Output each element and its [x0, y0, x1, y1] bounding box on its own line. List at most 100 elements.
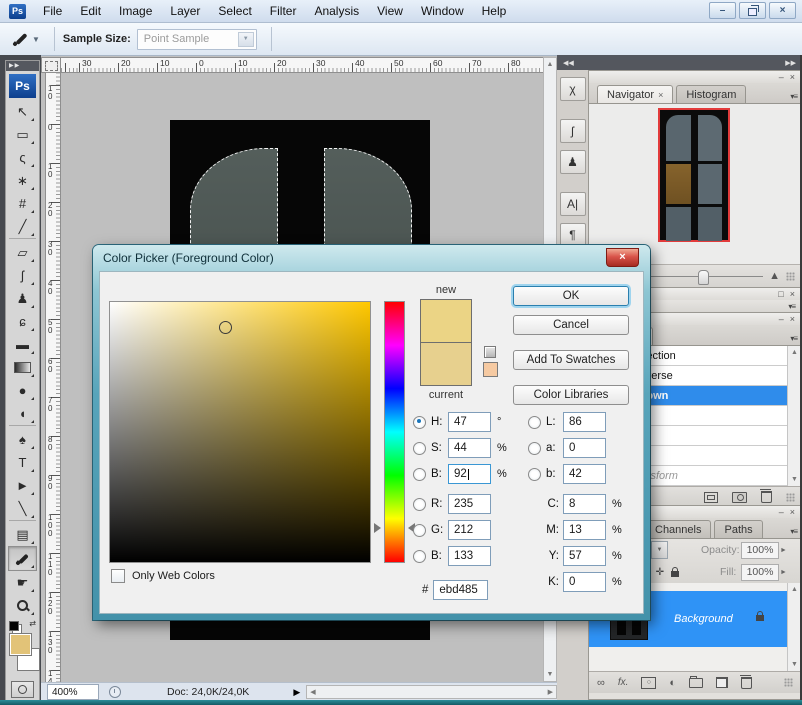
scroll-down-icon[interactable]: ▼ — [791, 658, 798, 671]
sample-size-dropdown[interactable]: Point Sample ▼ — [137, 29, 257, 50]
new-layer-icon[interactable] — [716, 677, 728, 688]
notes-tool[interactable]: ▤ — [9, 523, 36, 546]
navigator-thumbnail[interactable] — [658, 108, 730, 242]
menu-item[interactable]: Select — [209, 1, 260, 21]
minimize-icon[interactable]: – — [709, 2, 736, 19]
field-input[interactable]: 57 — [563, 546, 606, 566]
opacity-spinner-icon[interactable]: ► — [780, 547, 787, 554]
hue-slider-arrow-left[interactable] — [374, 523, 381, 533]
radio-button[interactable] — [413, 416, 426, 429]
eyedropper-tool-icon[interactable] — [12, 30, 30, 48]
toolbox-expand-icon[interactable]: ▶▶ — [6, 61, 39, 71]
quick-selection-tool[interactable]: ∗ — [9, 169, 36, 192]
panel-close-icon[interactable]: × — [790, 507, 795, 517]
panel-menu-icon[interactable]: ▾≡ — [790, 527, 797, 536]
dropdown-caret-icon[interactable]: ▼ — [651, 541, 668, 559]
rectangular-marquee-tool[interactable]: ▭ — [9, 123, 36, 146]
panel-menu-icon[interactable]: ▾≡ — [790, 334, 797, 343]
brush-tool[interactable]: ʃ — [9, 264, 36, 287]
panel-menu-icon[interactable]: ▾≡ — [788, 302, 795, 311]
line-tool[interactable]: ╲ — [9, 497, 36, 521]
saturation-brightness-field[interactable] — [109, 301, 371, 563]
field-input[interactable]: 0 — [563, 438, 606, 458]
clone-stamp-tool[interactable]: ♟ — [9, 287, 36, 310]
field-input[interactable]: 0 — [563, 572, 606, 592]
radio-button[interactable] — [528, 442, 541, 455]
zoom-level-field[interactable]: 400% — [47, 684, 99, 700]
foreground-color-swatch[interactable] — [9, 633, 32, 656]
dialog-close-icon[interactable]: × — [606, 248, 639, 267]
trash-icon[interactable] — [741, 677, 752, 689]
scroll-down-icon[interactable]: ▼ — [547, 668, 554, 681]
ok-button[interactable]: OK — [513, 286, 629, 306]
hand-tool[interactable]: ☛ — [9, 571, 36, 594]
scroll-up-icon[interactable]: ▲ — [547, 58, 554, 71]
panel-close-icon[interactable]: × — [790, 289, 795, 299]
collapse-panels-icon[interactable]: ◀◀ — [563, 59, 574, 67]
adjustment-layer-icon[interactable]: ◐ — [669, 677, 676, 689]
resize-grip[interactable] — [786, 493, 795, 502]
radio-button[interactable] — [413, 498, 426, 511]
fill-spinner-icon[interactable]: ► — [780, 569, 787, 576]
tab-channels[interactable]: Channels — [645, 520, 711, 538]
hue-slider[interactable] — [384, 301, 405, 563]
resize-grip[interactable] — [784, 678, 793, 687]
color-libraries-button[interactable]: Color Libraries — [513, 385, 629, 405]
type-tool[interactable]: T — [9, 451, 36, 474]
clone-source-panel-icon[interactable]: ♟ — [560, 150, 586, 174]
layer-mask-icon[interactable]: ○ — [641, 677, 656, 689]
actions-scrollbar[interactable]: ▲ ▼ — [787, 346, 801, 486]
panel-minimize-icon[interactable]: – — [779, 72, 784, 82]
pen-tool[interactable]: ♠ — [9, 428, 36, 451]
button-mode-icon[interactable] — [704, 492, 718, 503]
scroll-left-icon[interactable]: ◀ — [310, 688, 315, 696]
radio-button[interactable] — [413, 468, 426, 481]
panel-minimize-icon[interactable]: – — [779, 314, 784, 324]
menu-item[interactable]: File — [34, 1, 71, 21]
ruler-horizontal[interactable]: 3020100102030405060708090 — [61, 57, 543, 73]
color-field-marker[interactable] — [219, 321, 232, 334]
current-color-swatch[interactable] — [420, 342, 472, 386]
layer-style-icon[interactable]: fx. — [618, 677, 629, 688]
panel-maximize-icon[interactable]: □ — [778, 289, 783, 299]
tab-histogram[interactable]: Histogram — [676, 85, 746, 103]
field-input[interactable]: 13 — [563, 520, 606, 540]
panel-close-icon[interactable]: × — [790, 314, 795, 324]
only-web-colors-checkbox[interactable] — [111, 569, 125, 583]
field-input[interactable]: 133 — [448, 546, 491, 566]
gradient-tool[interactable] — [9, 356, 36, 379]
lasso-tool[interactable]: ς — [9, 146, 36, 169]
eraser-tool[interactable]: ▬ — [9, 333, 36, 356]
field-input[interactable]: 212 — [448, 520, 491, 540]
lock-all-icon[interactable] — [671, 571, 679, 577]
close-icon[interactable]: × — [769, 2, 796, 19]
quick-mask-button[interactable] — [11, 681, 34, 698]
panel-close-icon[interactable]: × — [790, 72, 795, 82]
menu-item[interactable]: Image — [110, 1, 161, 21]
slice-tool[interactable]: ╱ — [9, 215, 36, 239]
layer-name[interactable]: Background — [674, 613, 733, 625]
scroll-down-icon[interactable]: ▼ — [791, 473, 798, 486]
zoom-tool[interactable] — [9, 594, 36, 617]
dropdown-caret-icon[interactable]: ▼ — [238, 32, 254, 47]
history-brush-tool[interactable]: ɕ — [9, 310, 36, 333]
slider-thumb[interactable] — [698, 270, 709, 285]
blur-tool[interactable]: ● — [9, 379, 36, 402]
menu-item[interactable]: Filter — [261, 1, 306, 21]
document-size-info[interactable]: Doc: 24,0K/24,0K — [167, 686, 249, 698]
radio-button[interactable] — [413, 442, 426, 455]
brushes-panel-icon[interactable]: ʃ — [560, 119, 586, 143]
paragraph-panel-icon[interactable]: ¶ — [560, 223, 586, 247]
menu-item[interactable]: Layer — [161, 1, 209, 21]
cancel-button[interactable]: Cancel — [513, 315, 629, 335]
menu-item[interactable]: View — [368, 1, 412, 21]
tab-close-icon[interactable]: × — [658, 90, 663, 100]
lock-move-icon[interactable]: ✛ — [656, 567, 664, 578]
expand-panels-icon[interactable]: ▶▶ — [785, 59, 796, 67]
add-to-swatches-button[interactable]: Add To Swatches — [513, 350, 629, 370]
path-selection-tool[interactable]: ► — [9, 474, 36, 497]
tab-navigator[interactable]: Navigator × — [597, 85, 673, 103]
dodge-tool[interactable]: ◖ — [9, 402, 36, 426]
zoom-in-icon[interactable]: ▲ — [769, 270, 780, 282]
opacity-value[interactable]: 100% — [741, 542, 779, 559]
